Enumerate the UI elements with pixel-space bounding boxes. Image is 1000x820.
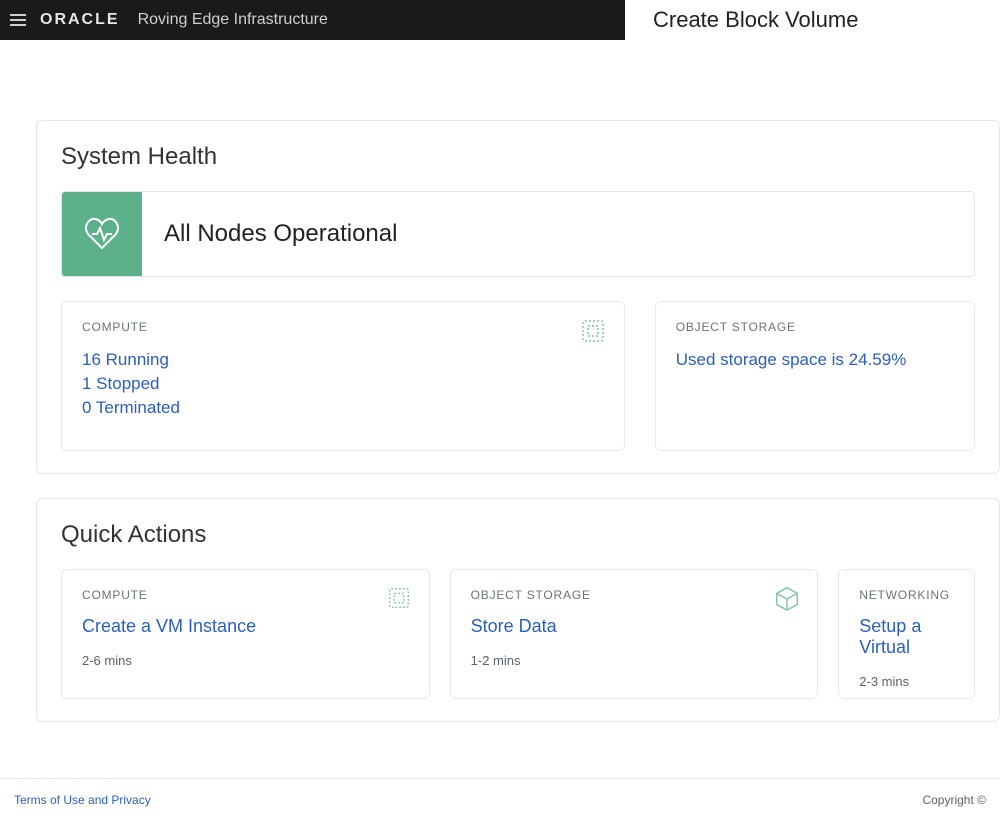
qa-storage-label: OBJECT STORAGE xyxy=(471,588,798,602)
qa-compute-label: COMPUTE xyxy=(82,588,409,602)
compute-tile[interactable]: COMPUTE 16 Running 1 Stopped 0 Terminate… xyxy=(61,301,625,451)
system-health-panel: System Health All Nodes Operational COMP… xyxy=(36,120,1000,474)
brand-name: ORACLE xyxy=(40,11,120,29)
copyright: Copyright © xyxy=(922,793,986,807)
system-health-title: System Health xyxy=(61,143,975,171)
qa-storage-time: 1-2 mins xyxy=(471,653,798,668)
qa-networking-time: 2-3 mins xyxy=(859,674,954,689)
qa-compute-tile[interactable]: COMPUTE Create a VM Instance 2-6 mins xyxy=(61,569,430,699)
compute-terminated[interactable]: 0 Terminated xyxy=(82,396,604,420)
qa-networking-tile[interactable]: NETWORKING Setup a Virtual 2-3 mins xyxy=(838,569,975,699)
object-storage-label: OBJECT STORAGE xyxy=(676,320,954,334)
compute-stopped[interactable]: 1 Stopped xyxy=(82,372,604,396)
qa-storage-action: Store Data xyxy=(471,616,798,637)
compute-running[interactable]: 16 Running xyxy=(82,348,604,372)
qa-compute-action: Create a VM Instance xyxy=(82,616,409,637)
terms-link[interactable]: Terms of Use and Privacy xyxy=(14,793,151,807)
health-banner: All Nodes Operational xyxy=(61,191,975,277)
footer: Terms of Use and Privacy Copyright © xyxy=(0,778,1000,820)
qa-compute-time: 2-6 mins xyxy=(82,653,409,668)
cube-icon xyxy=(773,584,801,612)
quick-actions-title: Quick Actions xyxy=(61,521,975,549)
chip-icon xyxy=(578,316,608,346)
heartbeat-icon xyxy=(62,192,142,276)
object-storage-usage[interactable]: Used storage space is 24.59% xyxy=(676,348,954,372)
health-tiles: COMPUTE 16 Running 1 Stopped 0 Terminate… xyxy=(61,301,975,451)
page-title: Create Block Volume xyxy=(625,0,1000,40)
object-storage-tile[interactable]: OBJECT STORAGE Used storage space is 24.… xyxy=(655,301,975,451)
health-status: All Nodes Operational xyxy=(142,192,397,276)
qa-networking-action: Setup a Virtual xyxy=(859,616,954,658)
quick-actions-panel: Quick Actions COMPUTE Create a VM Instan… xyxy=(36,498,1000,722)
chip-icon xyxy=(385,584,413,612)
qa-storage-tile[interactable]: OBJECT STORAGE Store Data 1-2 mins xyxy=(450,569,819,699)
page-body: System Health All Nodes Operational COMP… xyxy=(0,40,1000,722)
qa-networking-label: NETWORKING xyxy=(859,588,954,602)
menu-icon[interactable] xyxy=(10,14,26,26)
product-name: Roving Edge Infrastructure xyxy=(138,11,328,29)
app-header: ORACLE Roving Edge Infrastructure Create… xyxy=(0,0,1000,40)
compute-label: COMPUTE xyxy=(82,320,604,334)
quick-action-tiles: COMPUTE Create a VM Instance 2-6 mins OB… xyxy=(61,569,975,699)
header-left: ORACLE Roving Edge Infrastructure xyxy=(0,0,625,40)
